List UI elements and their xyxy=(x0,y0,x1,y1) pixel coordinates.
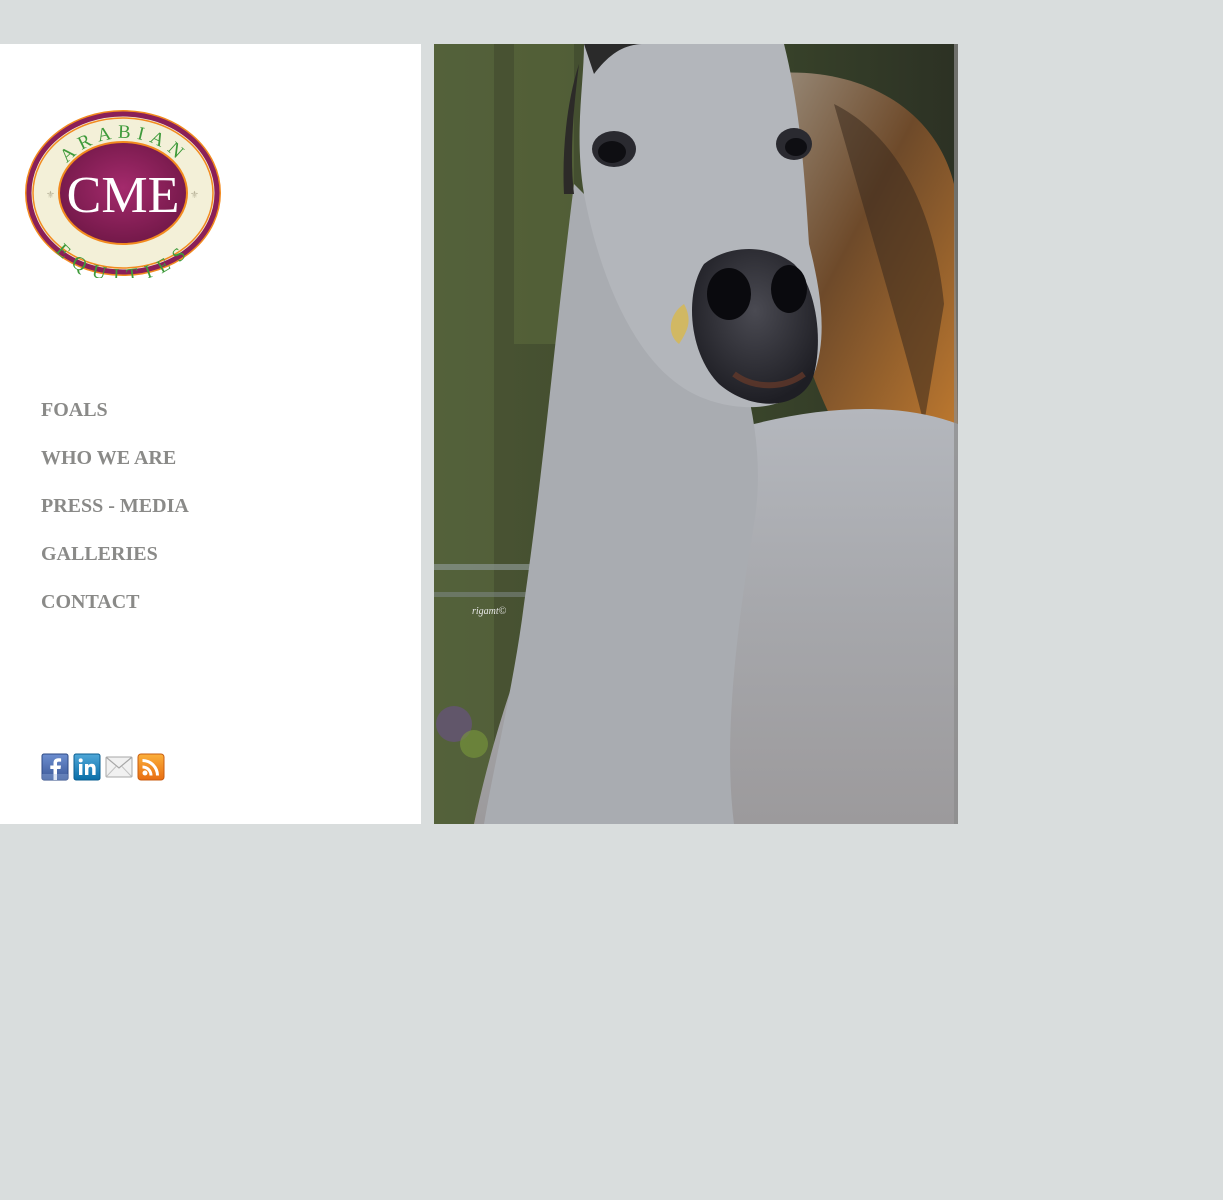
nav-item-contact[interactable]: CONTACT xyxy=(41,588,189,636)
linkedin-icon[interactable] xyxy=(73,753,101,781)
nav-item-foals[interactable]: FOALS xyxy=(41,396,189,444)
logo-emblem: ARABIAN EQUITIES CME ⚜ ⚜ xyxy=(25,110,221,287)
svg-text:⚜: ⚜ xyxy=(190,190,199,201)
nav-item-press-media[interactable]: PRESS - MEDIA xyxy=(41,492,189,540)
svg-text:⚜: ⚜ xyxy=(46,190,55,201)
rss-icon[interactable] xyxy=(137,753,165,781)
horse-image: rigamt© xyxy=(434,44,958,824)
social-links xyxy=(41,753,165,781)
email-icon[interactable] xyxy=(105,753,133,781)
logo-center-text: CME xyxy=(67,167,180,224)
main-nav: FOALS WHO WE ARE PRESS - MEDIA GALLERIES… xyxy=(41,396,189,636)
sidebar: ARABIAN EQUITIES CME ⚜ ⚜ FOALS WHO WE AR… xyxy=(0,44,421,824)
hero-photo: rigamt© xyxy=(434,44,958,824)
photo-signature: rigamt© xyxy=(472,606,507,617)
nav-item-galleries[interactable]: GALLERIES xyxy=(41,540,189,588)
nav-item-who-we-are[interactable]: WHO WE ARE xyxy=(41,444,189,492)
facebook-icon[interactable] xyxy=(41,753,69,781)
site-logo[interactable]: ARABIAN EQUITIES CME ⚜ ⚜ xyxy=(24,110,222,287)
